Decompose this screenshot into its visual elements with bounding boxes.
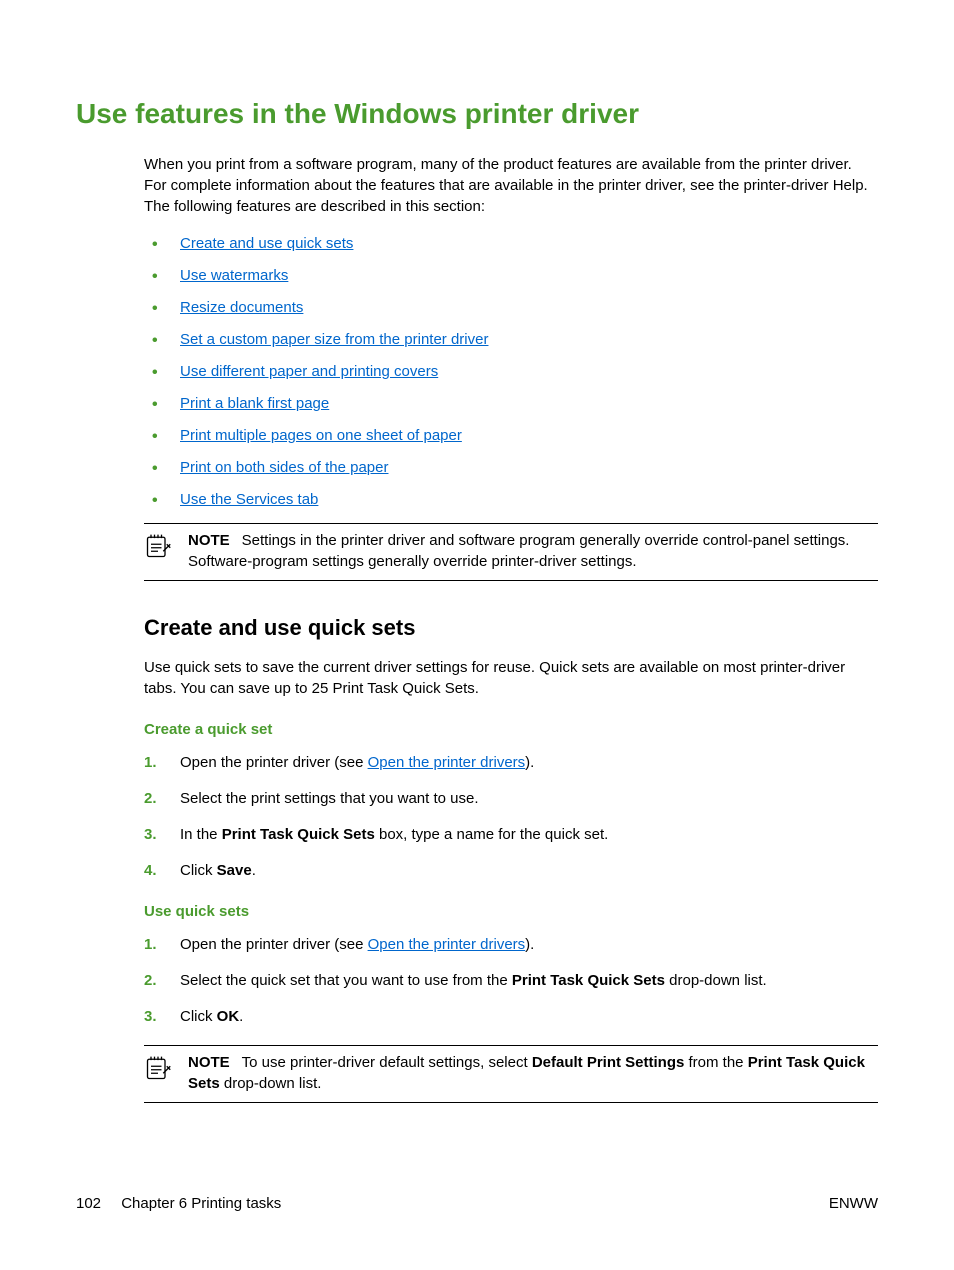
note-text: Settings in the printer driver and softw… (188, 532, 849, 570)
use-quickset-heading: Use quick sets (144, 903, 878, 920)
note-block: NOTETo use printer-driver default settin… (144, 1045, 878, 1103)
step-text: Open the printer driver (see (180, 754, 368, 771)
link-diff-paper[interactable]: Use different paper and printing covers (180, 363, 438, 380)
step-text: In the (180, 826, 222, 843)
section-body: Use quick sets to save the current drive… (144, 657, 878, 699)
link-custom-paper[interactable]: Set a custom paper size from the printer… (180, 331, 488, 348)
note-icon (144, 1052, 188, 1094)
link-open-drivers[interactable]: Open the printer drivers (368, 936, 526, 953)
feature-link-list: Create and use quick sets Use watermarks… (148, 235, 878, 508)
note-label: NOTE (188, 532, 230, 549)
intro-paragraph: When you print from a software program, … (144, 154, 878, 217)
link-services-tab[interactable]: Use the Services tab (180, 491, 318, 508)
step-text: Select the quick set that you want to us… (180, 972, 512, 989)
create-steps: 1.Open the printer driver (see Open the … (144, 752, 878, 881)
step-text: Select the print settings that you want … (180, 790, 479, 807)
step-text: Click (180, 862, 217, 879)
page-footer: 102 Chapter 6 Printing tasks ENWW (76, 1195, 878, 1212)
step-text: Open the printer driver (see (180, 936, 368, 953)
step-text: Click (180, 1008, 217, 1025)
footer-right: ENWW (829, 1195, 878, 1212)
link-watermarks[interactable]: Use watermarks (180, 267, 288, 284)
page-number: 102 (76, 1195, 101, 1212)
chapter-label: Chapter 6 Printing tasks (121, 1195, 281, 1212)
link-both-sides[interactable]: Print on both sides of the paper (180, 459, 388, 476)
link-resize[interactable]: Resize documents (180, 299, 303, 316)
note-block: NOTESettings in the printer driver and s… (144, 523, 878, 581)
create-quickset-heading: Create a quick set (144, 721, 878, 738)
note-label: NOTE (188, 1054, 230, 1071)
link-multi-pages[interactable]: Print multiple pages on one sheet of pap… (180, 427, 462, 444)
link-open-drivers[interactable]: Open the printer drivers (368, 754, 526, 771)
link-quick-sets[interactable]: Create and use quick sets (180, 235, 353, 252)
link-blank-page[interactable]: Print a blank first page (180, 395, 329, 412)
section-heading: Create and use quick sets (144, 615, 878, 641)
page-title: Use features in the Windows printer driv… (76, 98, 878, 130)
note-icon (144, 530, 188, 572)
use-steps: 1.Open the printer driver (see Open the … (144, 934, 878, 1027)
